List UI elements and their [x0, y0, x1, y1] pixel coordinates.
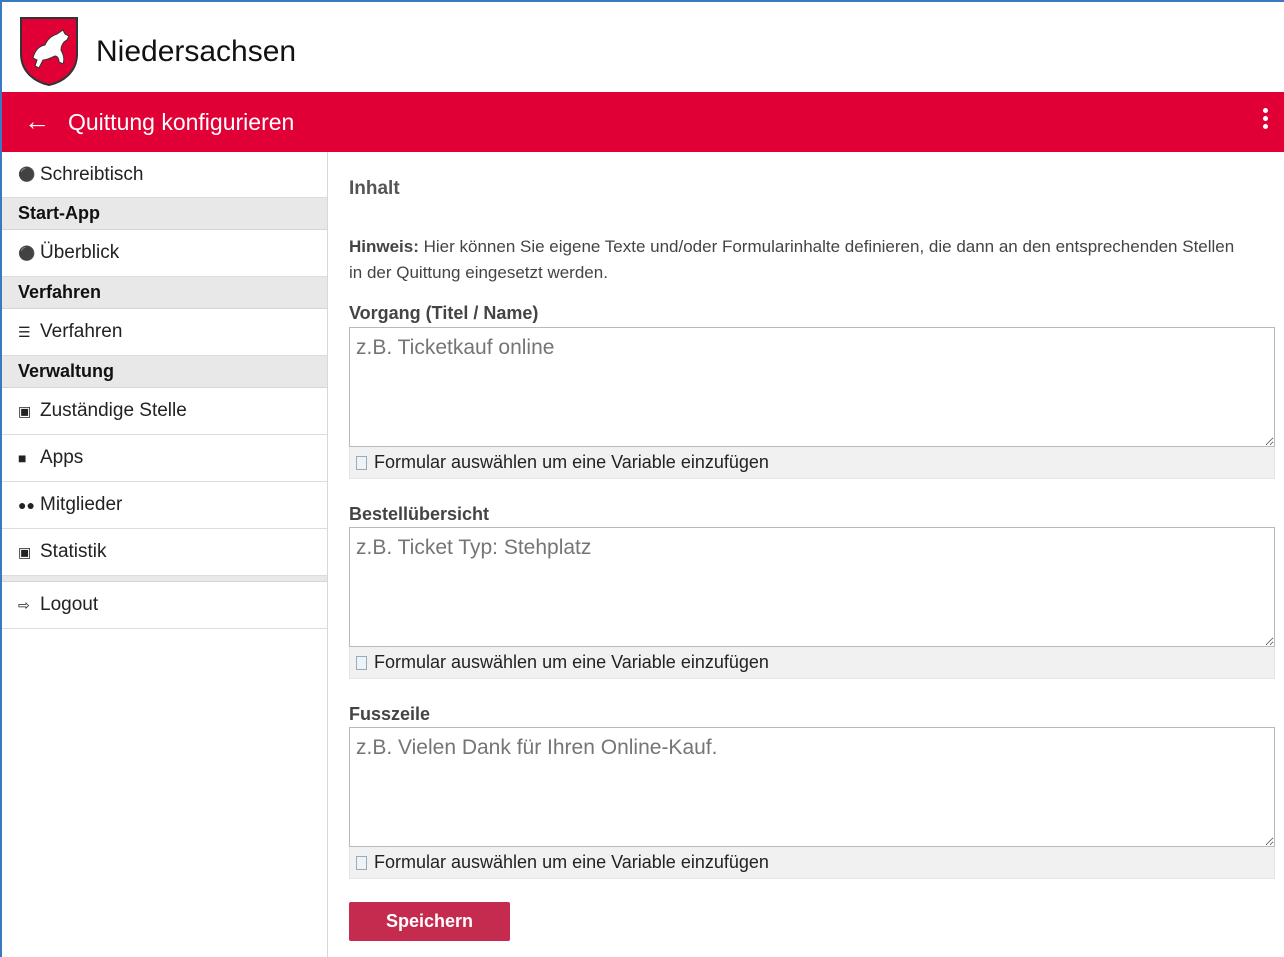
hint-label: Hinweis:: [349, 237, 419, 256]
sidebar-item-label: Apps: [40, 447, 84, 468]
arrow-left-icon: ←: [24, 106, 50, 136]
hint-body: Hier können Sie eigene Texte und/oder Fo…: [349, 237, 1235, 282]
variable-hint-label: Formular auswählen um eine Variable einz…: [374, 452, 769, 472]
brand-header: Niedersachsen: [2, 2, 1284, 92]
sidebar-item-verfahren[interactable]: ☰ Verfahren: [2, 309, 327, 356]
app-toolbar: ← Quittung konfigurieren: [2, 92, 1284, 152]
sidebar-item-label: Überblick: [40, 242, 120, 263]
sidebar: ⚫ Schreibtisch Start-App ⚫ Überblick Ver…: [2, 152, 328, 957]
document-icon: [356, 855, 367, 870]
sidebar-item-statistik[interactable]: ▣ Statistik: [2, 529, 327, 576]
bestelluebersicht-textarea[interactable]: [349, 527, 1275, 647]
home-icon: ⚫: [18, 166, 36, 182]
field-label-bestelluebersicht: Bestellübersicht: [349, 504, 490, 524]
sidebar-item-label: Mitglieder: [40, 494, 123, 515]
more-menu-button[interactable]: [1260, 108, 1270, 136]
variable-insert-vorgang[interactable]: Formular auswählen um eine Variable einz…: [349, 447, 1275, 479]
sidebar-item-ueberblick[interactable]: ⚫ Überblick: [2, 230, 327, 277]
horse-crest-icon: [20, 17, 78, 86]
sidebar-item-apps[interactable]: ■ Apps: [2, 435, 327, 482]
document-icon: [356, 455, 367, 470]
store-icon: ▣: [18, 543, 32, 560]
variable-hint-label: Formular auswählen um eine Variable einz…: [374, 852, 769, 872]
field-label-vorgang: Vorgang (Titel / Name): [349, 303, 539, 323]
section-title: Inhalt: [349, 178, 400, 199]
sidebar-heading-verwaltung: Verwaltung: [2, 356, 327, 388]
document-icon: [356, 655, 367, 670]
sidebar-item-mitglieder[interactable]: ●● Mitglieder: [2, 482, 327, 529]
save-button[interactable]: Speichern: [349, 902, 510, 941]
sidebar-item-label: Logout: [40, 594, 99, 615]
list-icon: ☰: [18, 323, 31, 340]
lightbulb-icon: ⚫: [18, 244, 36, 261]
vorgang-textarea[interactable]: [349, 327, 1275, 447]
field-label-fusszeile: Fusszeile: [349, 704, 431, 724]
brand-name: Niedersachsen: [96, 35, 297, 68]
sidebar-heading-start-app: Start-App: [2, 198, 327, 230]
sidebar-heading-verfahren: Verfahren: [2, 277, 327, 309]
people-icon: ●●: [18, 497, 35, 513]
fusszeile-textarea[interactable]: [349, 727, 1275, 847]
logout-icon: ⇨: [18, 596, 30, 613]
back-button[interactable]: ←: [24, 106, 54, 136]
sidebar-item-zustaendige-stelle[interactable]: ▣ Zuständige Stelle: [2, 388, 327, 435]
more-vertical-icon: [1262, 108, 1268, 113]
sidebar-item-label: Statistik: [40, 541, 107, 562]
page-title: Quittung konfigurieren: [68, 109, 295, 135]
variable-hint-label: Formular auswählen um eine Variable einz…: [374, 652, 769, 672]
sidebar-item-logout[interactable]: ⇨ Logout: [2, 582, 327, 629]
hint-text: Hinweis: Hier können Sie eigene Texte un…: [349, 234, 1249, 286]
sidebar-item-label: Schreibtisch: [40, 163, 144, 185]
sidebar-item-label: Verfahren: [40, 321, 123, 342]
variable-insert-bestelluebersicht[interactable]: Formular auswählen um eine Variable einz…: [349, 647, 1275, 679]
apps-icon: ■: [18, 450, 27, 466]
sidebar-item-label: Zuständige Stelle: [40, 400, 187, 421]
store-icon: ▣: [18, 402, 32, 419]
sidebar-item-schreibtisch[interactable]: ⚫ Schreibtisch: [2, 152, 327, 198]
variable-insert-fusszeile[interactable]: Formular auswählen um eine Variable einz…: [349, 847, 1275, 879]
